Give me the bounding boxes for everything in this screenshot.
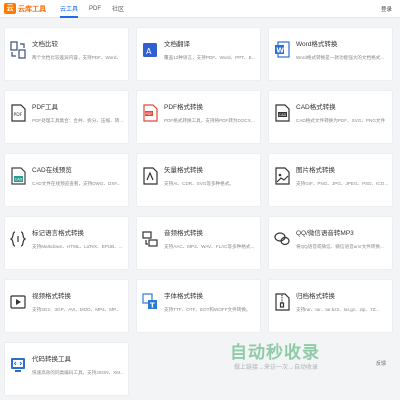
tool-card[interactable]: QQ/微信语音转MP3 将QQ语音或微信、微信语音amr文件转换... xyxy=(268,216,393,270)
markup-icon xyxy=(9,230,27,248)
tool-card[interactable]: 音频格式转换支持AAC、MP3、WAV、FLAC等多种格式... xyxy=(136,216,261,270)
tool-card[interactable]: PDF PDF工具 PDF处理工具集合：合并、拆分、压缩、转... xyxy=(4,90,129,144)
tool-card-description: Word格式转换是一款功能强大的文档格式... xyxy=(296,55,385,60)
tool-card-title: 标记语言格式转换 xyxy=(32,230,84,237)
tool-card-title: 文档翻译 xyxy=(164,41,190,48)
font-icon: T xyxy=(142,293,158,311)
tool-card-description: CAD格式文件转换为PDF、SVG、PNG文件 xyxy=(296,118,386,123)
compare-icon xyxy=(10,41,26,59)
svg-text:CAD: CAD xyxy=(15,178,23,182)
logo-icon: 云 xyxy=(4,3,16,14)
tool-card[interactable]: A 文档翻译覆盖12种语言，支持PDF、Word、PPT、E... xyxy=(136,27,261,81)
tool-card-title: PDF工具 xyxy=(32,104,58,111)
video-icon xyxy=(10,293,26,311)
tool-card-title: Word格式转换 xyxy=(296,41,338,48)
svg-text:T: T xyxy=(150,302,155,310)
image-convert-icon xyxy=(274,167,290,185)
tool-card-description: 两个文档比较差异内容，支持PDF、Word、 xyxy=(32,55,121,60)
tool-card[interactable]: 图片格式转换支持GIF、PNG、JPG、JPEG、PSD、ICO... xyxy=(268,153,393,207)
code-icon xyxy=(10,356,26,374)
logo-text: 云库工具 xyxy=(18,5,46,13)
archive-icon xyxy=(274,293,290,311)
tool-card[interactable]: CAD CAD格式转换 CAD格式文件转换为PDF、SVG、PNG文件 xyxy=(268,90,393,144)
tool-card-description: CAD文件在线预览查看，支持DWG、DXF... xyxy=(32,181,121,186)
main-tabs: 云工具 PDF 社区 xyxy=(60,0,135,18)
tool-card-title: PDF格式转换 xyxy=(164,104,203,111)
tool-card-title: CAD在线预览 xyxy=(32,167,72,174)
tool-card-title: 文档比较 xyxy=(32,41,58,48)
svg-text:W: W xyxy=(276,46,284,54)
tool-card[interactable]: 文档比较两个文档比较差异内容，支持PDF、Word、 xyxy=(4,27,129,81)
tool-grid: 文档比较两个文档比较差异内容，支持PDF、Word、 A 文档翻译覆盖12种语言，支… xyxy=(4,27,396,396)
tool-card[interactable]: CAD CAD在线预览 CAD文件在线预览查看，支持DWG、DXF... xyxy=(4,153,129,207)
pdf-convert-icon: PDF xyxy=(142,104,158,122)
cad-convert-icon: CAD xyxy=(274,104,290,122)
tab-cloud-tools[interactable]: 云工具 xyxy=(60,0,79,18)
tool-card-title: 代码转换工具 xyxy=(32,356,71,363)
app-logo[interactable]: 云 云库工具 xyxy=(4,0,46,18)
login-link[interactable]: 登录 xyxy=(381,5,392,13)
tool-card-description: 支持Markdown、HTML、LaTeX、EPUB、... xyxy=(32,244,123,249)
chat-voice-icon xyxy=(274,230,290,248)
tool-card[interactable]: PDF PDF格式转换 PDF格式转换工具，支持将PDF转为DOCX... xyxy=(136,90,261,144)
tool-card-description: 支持3G2、3GP、AVI、MOD、MP4、MP... xyxy=(32,307,120,312)
tool-card-description: 支持TTF、OTF、EOT和WOFF文件转换。 xyxy=(164,307,251,312)
pdf-tool-icon: PDF xyxy=(10,104,26,122)
tool-card-title: 视频格式转换 xyxy=(32,293,71,300)
audio-icon xyxy=(142,230,158,248)
word-icon: W xyxy=(274,41,290,59)
top-navigation-bar: 云 云库工具 云工具 PDF 社区 登录 xyxy=(0,0,400,18)
tool-card-title: QQ/微信语音转MP3 xyxy=(296,230,354,237)
tool-card-description: 将QQ语音或微信、微信语音amr文件转换... xyxy=(296,244,384,249)
tool-card-title: 矢量格式转换 xyxy=(164,167,203,174)
tool-card-title: 音频格式转换 xyxy=(164,230,203,237)
tool-card-description: 快速高效的同类编码工具，支持JSON、XM... xyxy=(32,370,124,375)
svg-text:A: A xyxy=(146,47,152,56)
tool-card-title: CAD格式转换 xyxy=(296,104,336,111)
tab-community[interactable]: 社区 xyxy=(112,0,124,18)
tool-card[interactable]: 归档格式转换支持rar、tar、tar.bz2、tar.gz、zip、7Z... xyxy=(268,279,393,333)
tool-card[interactable]: W Word格式转换 Word格式转换是一款功能强大的文档格式... xyxy=(268,27,393,81)
tool-card-description: PDF处理工具集合：合并、拆分、压缩、转... xyxy=(32,118,124,123)
tool-card-description: 支持GIF、PNG、JPG、JPEG、PSD、ICO... xyxy=(296,181,389,186)
tool-card[interactable]: 矢量格式转换支持AI、CDR、SVG等多种格式。 xyxy=(136,153,261,207)
tool-card-description: 支持AAC、MP3、WAV、FLAC等多种格式... xyxy=(164,244,255,249)
tool-card-title: 字体格式转换 xyxy=(164,293,203,300)
tab-pdf[interactable]: PDF xyxy=(89,0,101,18)
svg-text:PDF: PDF xyxy=(145,112,152,116)
tool-card-description: 支持rar、tar、tar.bz2、tar.gz、zip、7Z... xyxy=(296,307,380,312)
svg-text:CAD: CAD xyxy=(279,113,287,117)
svg-text:PDF: PDF xyxy=(14,112,23,118)
cad-preview-icon: CAD xyxy=(10,167,26,185)
tool-card-title: 归档格式转换 xyxy=(296,293,335,300)
tool-card[interactable]: 视频格式转换支持3G2、3GP、AVI、MOD、MP4、MP... xyxy=(4,279,129,333)
tool-card-description: 支持AI、CDR、SVG等多种格式。 xyxy=(164,181,234,186)
tool-card-description: PDF格式转换工具，支持将PDF转为DOCX... xyxy=(164,118,255,123)
translate-icon: A xyxy=(142,41,158,59)
tool-card-description: 覆盖12种语言，支持PDF、Word、PPT、E... xyxy=(164,55,256,60)
vector-icon xyxy=(142,167,158,185)
tool-card-title: 图片格式转换 xyxy=(296,167,335,174)
tool-card[interactable]: T 字体格式转换支持TTF、OTF、EOT和WOFF文件转换。 xyxy=(136,279,261,333)
tool-card[interactable]: 代码转换工具快速高效的同类编码工具，支持JSON、XM... xyxy=(4,342,129,396)
tool-card[interactable]: 标记语言格式转换支持Markdown、HTML、LaTeX、EPUB、... xyxy=(4,216,129,270)
